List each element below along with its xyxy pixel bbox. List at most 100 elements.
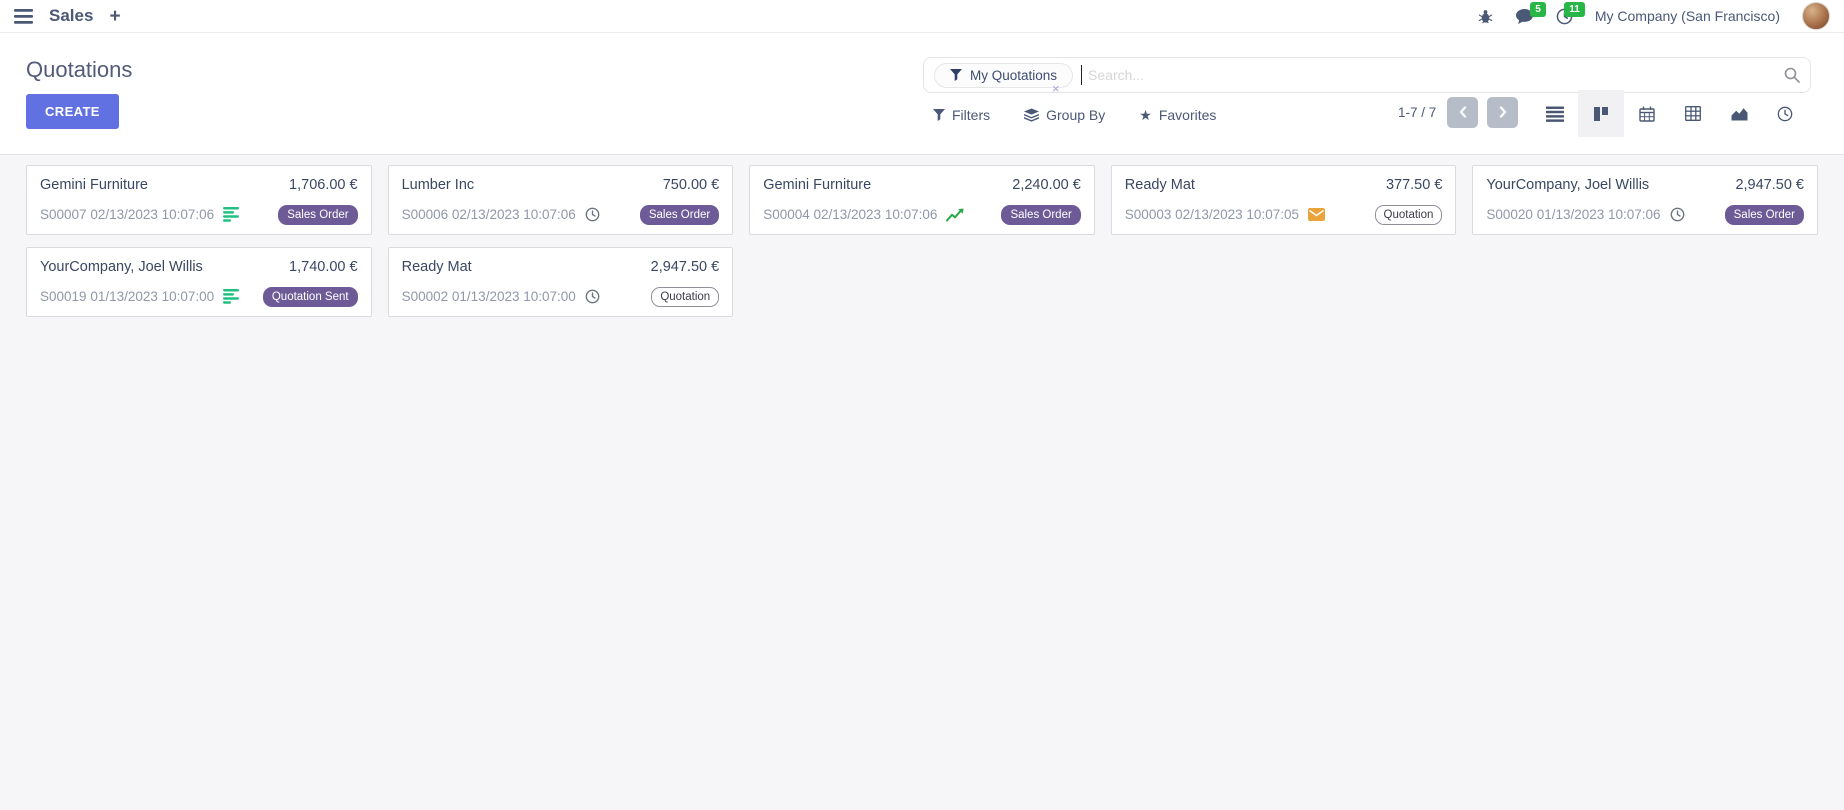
view-list-button[interactable] [1532, 90, 1578, 137]
order-reference: S00019 [40, 289, 87, 304]
order-datetime: 02/13/2023 10:07:05 [1175, 207, 1299, 222]
messages-button[interactable]: 5 [1515, 8, 1534, 25]
chevron-right-icon [1499, 106, 1507, 118]
view-activity-button[interactable] [1762, 90, 1808, 137]
facet-label: My Quotations [970, 68, 1057, 83]
amount: 2,947.50 € [1735, 177, 1804, 193]
page-title: Quotations [26, 57, 132, 83]
partner-name: Lumber Inc [402, 177, 475, 193]
filters-label: Filters [952, 107, 990, 123]
menu-toggle-icon[interactable] [14, 9, 33, 24]
order-reference: S00003 [1125, 207, 1172, 222]
kanban-view-icon [1593, 106, 1609, 122]
order-datetime: 02/13/2023 10:07:06 [452, 207, 576, 222]
order-reference: S00002 [402, 289, 449, 304]
layers-icon [1024, 108, 1039, 122]
view-graph-button[interactable] [1716, 90, 1762, 137]
amount: 1,740.00 € [289, 259, 358, 275]
search-icon[interactable] [1784, 67, 1800, 83]
activity-envelope-icon[interactable] [1308, 208, 1325, 221]
order-datetime: 01/13/2023 10:07:00 [452, 289, 576, 304]
partner-name: Ready Mat [402, 259, 472, 275]
activity-clock-icon[interactable] [585, 289, 600, 304]
pager: 1-7 / 7 [1398, 95, 1518, 129]
favorites-button[interactable]: ★ Favorites [1139, 107, 1216, 123]
chevron-left-icon [1459, 106, 1467, 118]
amount: 1,706.00 € [289, 177, 358, 193]
activity-view-icon [1777, 106, 1793, 122]
create-button[interactable]: CREATE [26, 94, 119, 129]
activity-clock-icon[interactable] [585, 207, 600, 222]
company-name[interactable]: My Company (San Francisco) [1595, 8, 1780, 24]
activity-trend-icon[interactable] [946, 207, 965, 222]
view-pivot-button[interactable] [1670, 90, 1716, 137]
quotation-card[interactable]: Lumber Inc 750.00 € S00006 02/13/2023 10… [388, 165, 734, 235]
order-reference: S00007 [40, 207, 87, 222]
amount: 377.50 € [1386, 177, 1442, 193]
app-name[interactable]: Sales [49, 6, 93, 26]
pivot-view-icon [1685, 106, 1701, 121]
partner-name: YourCompany, Joel Willis [1486, 177, 1649, 193]
view-kanban-button[interactable] [1578, 90, 1624, 137]
status-badge: Sales Order [1725, 205, 1804, 225]
order-datetime: 01/13/2023 10:07:00 [90, 289, 214, 304]
order-reference: S00020 [1486, 207, 1533, 222]
activity-clock-icon[interactable] [1670, 207, 1685, 222]
status-badge: Sales Order [278, 205, 357, 225]
status-badge: Sales Order [1001, 205, 1080, 225]
activity-list-icon[interactable] [223, 289, 240, 304]
graph-view-icon [1731, 106, 1748, 121]
pager-value: 1-7 / 7 [1398, 105, 1436, 120]
kanban-grid: Gemini Furniture 1,706.00 € S00007 02/13… [26, 165, 1818, 317]
activities-button[interactable]: 11 [1556, 8, 1573, 25]
quotation-card[interactable]: Gemini Furniture 2,240.00 € S00004 02/13… [749, 165, 1095, 235]
facet-remove-button[interactable]: × [1052, 82, 1060, 95]
partner-name: Gemini Furniture [40, 177, 148, 193]
quotation-card[interactable]: Gemini Furniture 1,706.00 € S00007 02/13… [26, 165, 372, 235]
group-by-button[interactable]: Group By [1024, 107, 1105, 123]
order-datetime: 02/13/2023 10:07:06 [90, 207, 214, 222]
filter-funnel-icon [950, 69, 962, 81]
order-datetime: 01/13/2023 10:07:06 [1537, 207, 1661, 222]
amount: 2,240.00 € [1012, 177, 1081, 193]
order-datetime: 02/13/2023 10:07:06 [814, 207, 938, 222]
top-navbar: Sales + 5 11 My Company (San Francisco) [0, 0, 1844, 33]
filters-button[interactable]: Filters [933, 107, 990, 123]
search-input[interactable] [1082, 67, 1784, 83]
partner-name: YourCompany, Joel Willis [40, 259, 203, 275]
avatar[interactable] [1802, 2, 1830, 30]
quotation-card[interactable]: YourCompany, Joel Willis 1,740.00 € S000… [26, 247, 372, 317]
quotation-card[interactable]: YourCompany, Joel Willis 2,947.50 € S000… [1472, 165, 1818, 235]
order-reference: S00004 [763, 207, 810, 222]
quotation-card[interactable]: Ready Mat 2,947.50 € S00002 01/13/2023 1… [388, 247, 734, 317]
messages-badge: 5 [1530, 2, 1546, 17]
favorites-label: Favorites [1159, 107, 1217, 123]
view-switcher [1532, 90, 1808, 137]
pager-previous-button[interactable] [1447, 97, 1478, 128]
filter-funnel-icon [933, 109, 945, 121]
order-reference: S00006 [402, 207, 449, 222]
search-bar[interactable]: My Quotations × [923, 57, 1811, 93]
view-calendar-button[interactable] [1624, 90, 1670, 137]
activity-list-icon[interactable] [223, 207, 240, 222]
list-view-icon [1546, 106, 1564, 122]
add-menu-button[interactable]: + [109, 7, 120, 26]
status-badge: Quotation [1375, 205, 1443, 225]
amount: 750.00 € [663, 177, 719, 193]
debug-icon[interactable] [1478, 9, 1493, 24]
control-panel: Quotations CREATE My Quotations × Filter… [0, 33, 1844, 155]
group-by-label: Group By [1046, 107, 1105, 123]
quotation-card[interactable]: Ready Mat 377.50 € S00003 02/13/2023 10:… [1111, 165, 1457, 235]
partner-name: Gemini Furniture [763, 177, 871, 193]
status-badge: Quotation [651, 287, 719, 307]
partner-name: Ready Mat [1125, 177, 1195, 193]
status-badge: Sales Order [640, 205, 719, 225]
activities-badge: 11 [1564, 2, 1585, 17]
status-badge: Quotation Sent [263, 287, 358, 307]
pager-next-button[interactable] [1487, 97, 1518, 128]
toolbar: Filters Group By ★ Favorites [933, 100, 1216, 130]
calendar-view-icon [1639, 106, 1655, 122]
star-icon: ★ [1139, 108, 1152, 122]
amount: 2,947.50 € [651, 259, 720, 275]
kanban-view: Gemini Furniture 1,706.00 € S00007 02/13… [0, 155, 1844, 810]
